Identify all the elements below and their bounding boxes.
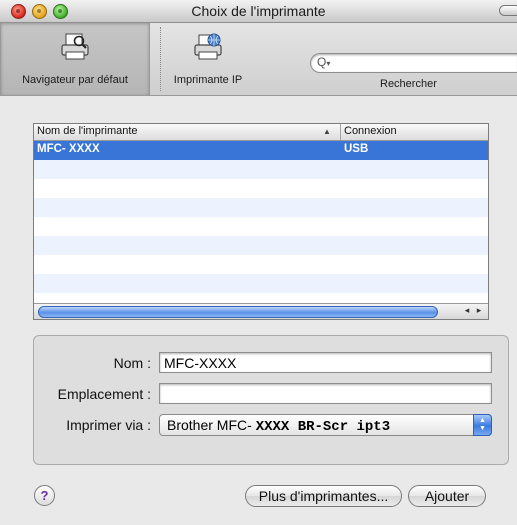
- name-label: Nom :: [113, 355, 151, 371]
- sort-ascending-icon: ▲: [323, 127, 331, 136]
- toolbar: Navigateur par défaut Imprimante IP Q▾ R…: [0, 23, 517, 96]
- print-via-driver-model: XXXX BR-Scr ipt3: [255, 419, 391, 435]
- printer-name-cell: MFC- XXXX: [37, 143, 100, 155]
- scrollbar-thumb[interactable]: [38, 306, 438, 318]
- toolbar-separator: [160, 27, 161, 91]
- help-button[interactable]: ?: [34, 485, 55, 506]
- empty-row: [34, 160, 488, 179]
- location-field[interactable]: [159, 383, 492, 404]
- printer-details-group: Nom : MFC-XXXX Emplacement : Imprimer vi…: [33, 335, 509, 465]
- print-via-popup[interactable]: Brother MFC- XXXX BR-Scr ipt3 ▲ ▼: [159, 414, 492, 436]
- toolbar-ip-printer[interactable]: Imprimante IP: [164, 23, 252, 95]
- printer-list[interactable]: Nom de l'imprimante ▲ Connexion MFC- XXX…: [33, 123, 489, 320]
- empty-row: [34, 236, 488, 255]
- search-field[interactable]: Q▾: [310, 53, 517, 73]
- location-label: Emplacement :: [57, 386, 151, 402]
- print-via-driver-prefix: Brother MFC-: [167, 417, 256, 433]
- search-label: Rechercher: [380, 78, 437, 90]
- empty-row: [34, 198, 488, 217]
- toolbar-ip-printer-label: Imprimante IP: [173, 74, 243, 86]
- scroll-arrows: ◂ ▸: [462, 305, 486, 316]
- window-title: Choix de l'imprimante: [191, 3, 326, 19]
- empty-row: [34, 217, 488, 236]
- name-field[interactable]: MFC-XXXX: [159, 352, 492, 373]
- toolbar-toggle-button[interactable]: [499, 5, 517, 16]
- empty-row: [34, 274, 488, 293]
- toolbar-default-browser[interactable]: Navigateur par défaut: [0, 23, 150, 95]
- search-input[interactable]: [341, 56, 515, 70]
- title-bar: Choix de l'imprimante: [0, 0, 517, 23]
- print-via-label: Imprimer via :: [66, 417, 151, 433]
- connection-cell: USB: [344, 143, 369, 155]
- scroll-left-arrow-icon[interactable]: ◂: [462, 305, 474, 316]
- table-row[interactable]: MFC- XXXX USB: [34, 141, 488, 160]
- more-printers-button[interactable]: Plus d'imprimantes...: [245, 485, 402, 507]
- empty-row: [34, 179, 488, 198]
- column-divider: [340, 124, 341, 140]
- table-header: Nom de l'imprimante ▲ Connexion: [34, 124, 488, 141]
- table-rows: MFC- XXXX USB: [34, 141, 488, 312]
- column-header-connection[interactable]: Connexion: [344, 125, 397, 137]
- ip-printer-icon: [194, 33, 222, 60]
- empty-row: [34, 255, 488, 274]
- search-icon: Q▾: [317, 55, 331, 69]
- column-header-printer-name[interactable]: Nom de l'imprimante: [37, 125, 138, 137]
- add-button[interactable]: Ajouter: [408, 485, 486, 507]
- scroll-right-arrow-icon[interactable]: ▸: [474, 305, 486, 316]
- popup-arrows-icon: ▲ ▼: [473, 414, 492, 436]
- default-browser-printer-icon: [61, 33, 89, 60]
- horizontal-scrollbar[interactable]: ◂ ▸: [34, 303, 488, 319]
- toolbar-default-browser-label: Navigateur par défaut: [22, 74, 128, 86]
